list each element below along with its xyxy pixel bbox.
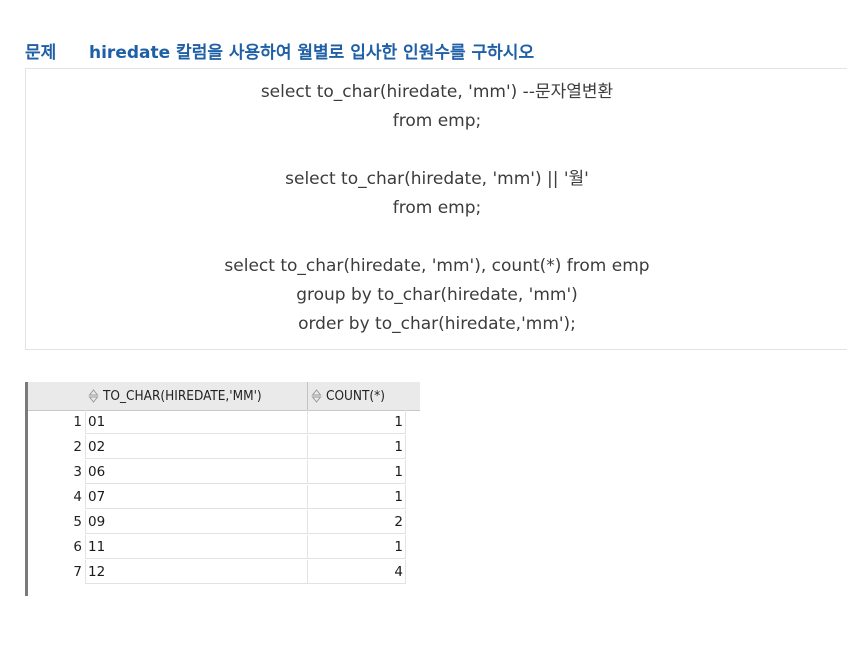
column-header-count[interactable]: COUNT(*) (309, 382, 420, 410)
column-header-label: COUNT(*) (326, 388, 385, 404)
code-line: select to_char(hiredate, 'mm'), count(*)… (224, 256, 650, 276)
column-header-label: TO_CHAR(HIREDATE,'MM') (103, 388, 262, 404)
table-row[interactable]: 5 09 2 (28, 510, 420, 535)
code-line: select to_char(hiredate, 'mm') --문자열변환 (260, 82, 614, 102)
cell-month[interactable]: 07 (85, 485, 308, 509)
row-number: 1 (73, 414, 82, 430)
table-row[interactable]: 6 11 1 (28, 535, 420, 560)
cell-count[interactable]: 2 (308, 510, 406, 534)
cell-count[interactable]: 1 (308, 535, 406, 559)
row-number: 4 (73, 489, 82, 505)
code-line: order by to_char(hiredate,'mm'); (298, 314, 576, 334)
code-line: from emp; (392, 198, 482, 218)
result-grid: TO_CHAR(HIREDATE,'MM') COUNT(*) 1 01 1 2… (25, 382, 420, 596)
code-line: from emp; (392, 111, 482, 131)
cell-count[interactable]: 1 (308, 435, 406, 459)
page: 문제 hiredate 칼럼을 사용하여 월별로 입사한 인원수를 구하시오 s… (0, 0, 847, 652)
grid-header: TO_CHAR(HIREDATE,'MM') COUNT(*) (28, 382, 420, 411)
cell-count[interactable]: 1 (308, 485, 406, 509)
code-line: select to_char(hiredate, 'mm') || '월' (285, 169, 589, 189)
row-number: 7 (73, 564, 82, 580)
table-row[interactable]: 3 06 1 (28, 460, 420, 485)
table-row[interactable]: 1 01 1 (28, 410, 420, 435)
cell-count[interactable]: 4 (308, 560, 406, 584)
cell-count[interactable]: 1 (308, 460, 406, 484)
row-number: 2 (73, 439, 82, 455)
row-number: 5 (73, 514, 82, 530)
column-header-to-char[interactable]: TO_CHAR(HIREDATE,'MM') (86, 382, 308, 410)
table-row[interactable]: 7 12 4 (28, 560, 420, 585)
code-block: select to_char(hiredate, 'mm') --문자열변환 f… (25, 68, 847, 350)
row-number: 3 (73, 464, 82, 480)
cell-month[interactable]: 01 (85, 410, 308, 434)
sort-icon[interactable] (88, 389, 99, 403)
cell-month[interactable]: 06 (85, 460, 308, 484)
cell-month[interactable]: 02 (85, 435, 308, 459)
table-row[interactable]: 2 02 1 (28, 435, 420, 460)
cell-count[interactable]: 1 (308, 410, 406, 434)
question-text: hiredate 칼럼을 사용하여 월별로 입사한 인원수를 구하시오 (89, 42, 535, 63)
cell-month[interactable]: 11 (85, 535, 308, 559)
row-number: 6 (73, 539, 82, 555)
sort-icon[interactable] (311, 389, 322, 403)
cell-month[interactable]: 12 (85, 560, 308, 584)
question-label: 문제 (25, 42, 57, 63)
code-line: group by to_char(hiredate, 'mm') (296, 285, 578, 305)
table-row[interactable]: 4 07 1 (28, 485, 420, 510)
cell-month[interactable]: 09 (85, 510, 308, 534)
question-heading: 문제 hiredate 칼럼을 사용하여 월별로 입사한 인원수를 구하시오 (25, 38, 535, 63)
